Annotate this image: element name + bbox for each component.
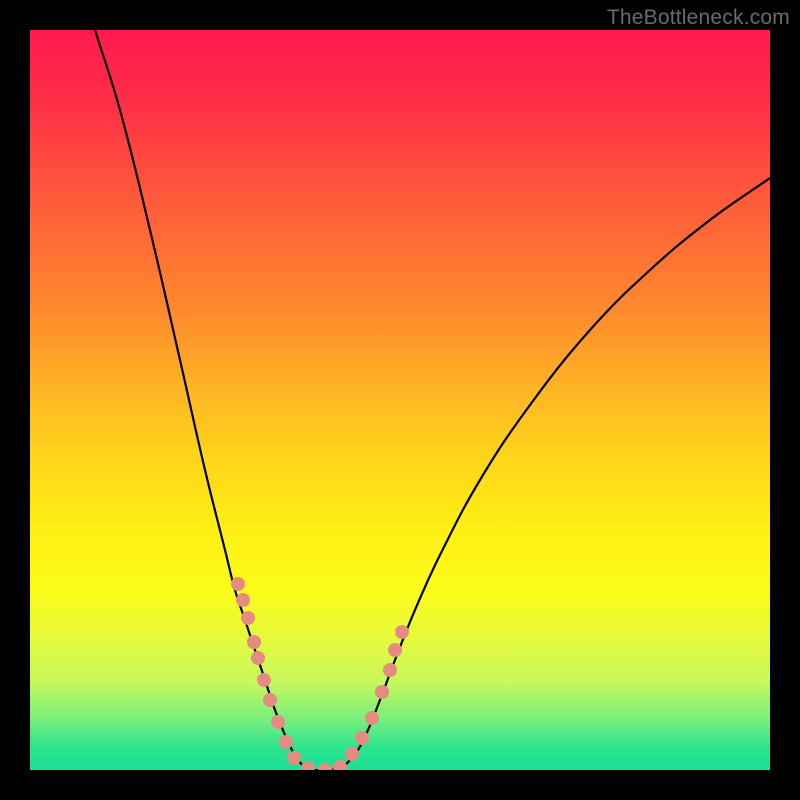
data-dot [287, 751, 301, 765]
data-dot [375, 685, 389, 699]
data-dot [301, 761, 315, 770]
data-dot [333, 760, 347, 770]
data-dot [251, 651, 265, 665]
plot-area [30, 30, 770, 770]
data-dot [236, 593, 250, 607]
data-dot [257, 673, 271, 687]
data-dot [388, 643, 402, 657]
data-dot [365, 711, 379, 725]
data-dot [383, 663, 397, 677]
data-dot [279, 735, 293, 749]
data-dot [241, 611, 255, 625]
watermark-text: TheBottleneck.com [607, 6, 790, 30]
data-dot [231, 577, 245, 591]
data-dot [263, 693, 277, 707]
data-dot [355, 731, 369, 745]
data-dot [247, 635, 261, 649]
data-dot [395, 625, 409, 639]
data-dot [345, 747, 359, 761]
data-dot [271, 715, 285, 729]
dots-layer [30, 30, 770, 770]
chart-frame: TheBottleneck.com [0, 0, 800, 800]
data-dot [318, 763, 332, 770]
